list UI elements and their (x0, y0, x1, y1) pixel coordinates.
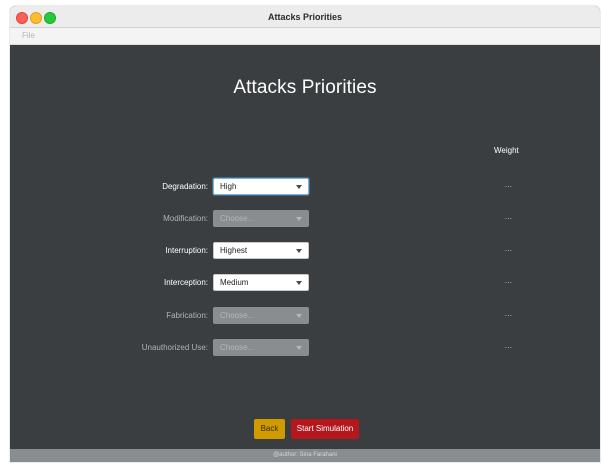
unauthorized-use-select[interactable]: Choose... (213, 339, 309, 356)
fabrication-select-value: Choose... (220, 311, 255, 320)
interruption-weight: ... (505, 246, 513, 253)
interruption-select-value: Highest (220, 246, 248, 255)
chevron-down-icon (296, 281, 302, 285)
modification-select-value: Choose... (220, 214, 255, 223)
chevron-down-icon (296, 314, 302, 318)
weight-column-header: Weight (494, 146, 519, 155)
modification-select[interactable]: Choose... (213, 210, 309, 227)
author-credit: @author: Sina Farahani (273, 452, 337, 458)
unauthorized-use-weight: ... (505, 343, 513, 350)
modification-weight: ... (505, 214, 513, 221)
interception-select[interactable]: Medium (213, 274, 309, 291)
unauthorized-use-label: Unauthorized Use: (141, 343, 208, 352)
page-title: Attacks Priorities (233, 77, 377, 98)
chevron-down-icon (296, 249, 302, 253)
interception-select-value: Medium (220, 278, 249, 287)
menu-file[interactable]: File (22, 28, 35, 44)
menu-bar: File (10, 28, 600, 45)
app-window: Attacks Priorities File Attacks Prioriti… (10, 6, 600, 462)
interruption-select[interactable]: Highest (213, 242, 309, 259)
main-content: Attacks Priorities Weight Degradation: H… (10, 45, 600, 449)
interception-weight: ... (505, 278, 513, 285)
start-simulation-button[interactable]: Start Simulation (291, 419, 359, 439)
chevron-down-icon (296, 185, 302, 189)
interruption-label: Interruption: (165, 246, 208, 255)
unauthorized-use-select-value: Choose... (220, 343, 255, 352)
title-bar: Attacks Priorities (10, 6, 600, 28)
fabrication-label: Fabrication: (166, 311, 208, 320)
window-title: Attacks Priorities (267, 12, 343, 22)
fabrication-select[interactable]: Choose... (213, 307, 309, 324)
interception-label: Interception: (163, 278, 208, 287)
degradation-weight: ... (505, 182, 513, 189)
degradation-select[interactable]: High (213, 178, 309, 195)
footer-bar: @author: Sina Farahani (10, 449, 600, 462)
degradation-select-value: High (220, 182, 237, 191)
chevron-down-icon (296, 217, 302, 221)
fabrication-weight: ... (505, 311, 513, 318)
degradation-label: Degradation: (162, 182, 208, 191)
modification-label: Modification: (163, 214, 208, 223)
back-button[interactable]: Back (254, 419, 285, 439)
chevron-down-icon (296, 346, 302, 350)
